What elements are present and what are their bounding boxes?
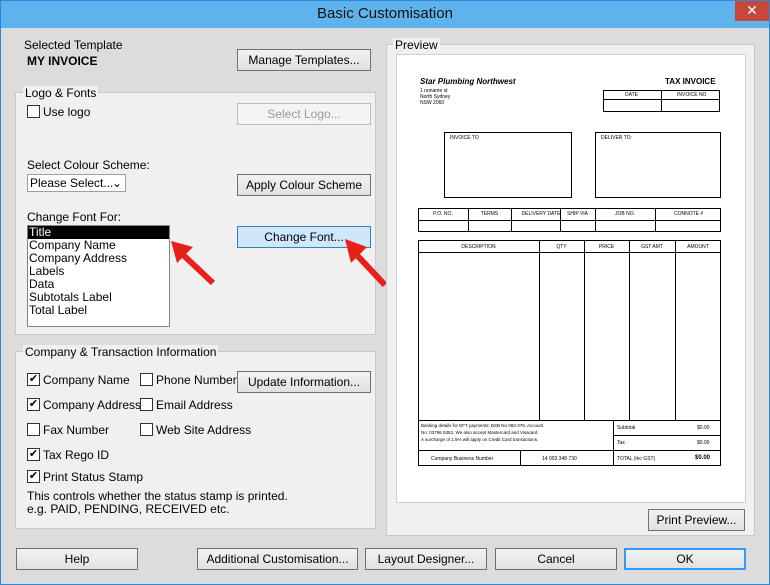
apply-colour-scheme-button[interactable]: Apply Colour Scheme	[237, 174, 371, 196]
inv-col-divider	[511, 208, 512, 232]
inv-info-col-label: JOB NO.	[614, 211, 635, 217]
stamp-note-line1: This controls whether the status stamp i…	[27, 489, 288, 503]
company-info-label: Company & Transaction Information	[23, 345, 219, 359]
inv-col-divider	[675, 240, 676, 420]
company-checkbox[interactable]	[140, 398, 153, 411]
company-checkbox-label: Company Address	[43, 398, 142, 412]
inv-no-label: INVOICE NO	[677, 92, 707, 98]
inv-col-divider	[595, 208, 596, 232]
company-checkbox[interactable]: ✔	[27, 448, 40, 461]
logo-fonts-label: Logo & Fonts	[23, 86, 99, 100]
inv-bank-1: Banking details for EFT payments: BSB No…	[421, 423, 544, 428]
company-checkbox[interactable]: ✔	[27, 398, 40, 411]
select-logo-button[interactable]: Select Logo...	[237, 103, 371, 125]
company-checkbox[interactable]	[27, 423, 40, 436]
inv-to-box	[444, 132, 572, 198]
company-checkbox-label: Company Name	[43, 373, 130, 387]
colour-scheme-value: Please Select...	[30, 176, 114, 190]
inv-col-divider	[655, 208, 656, 232]
font-list-item[interactable]: Total Label	[28, 304, 169, 317]
additional-customisation-button[interactable]: Additional Customisation...	[197, 548, 358, 570]
company-checkbox[interactable]: ✔	[27, 470, 40, 483]
inv-subtotal-label: Subtotal	[617, 425, 636, 431]
inv-total-value: $0.00	[695, 455, 711, 461]
deliver-to-box	[595, 132, 721, 198]
inv-col-divider	[560, 208, 561, 232]
update-information-button[interactable]: Update Information...	[237, 371, 371, 393]
chevron-down-icon: ⌄	[111, 176, 122, 190]
cancel-button[interactable]: Cancel	[495, 548, 617, 570]
inv-line-col-label: GST AMT	[641, 244, 663, 250]
ok-button[interactable]: OK	[624, 548, 746, 570]
inv-addr3: NSW 2060	[420, 100, 445, 106]
layout-designer-button[interactable]: Layout Designer...	[365, 548, 487, 570]
dialog-window: Basic Customisation ✕ Selected Template …	[0, 0, 770, 585]
invoice-preview: Star Plumbing Northwest 1 noname st Nort…	[396, 54, 746, 503]
company-checkbox-label: Web Site Address	[156, 423, 252, 437]
help-button[interactable]: Help	[16, 548, 138, 570]
font-target-list[interactable]: Title Company Name Company Address Labels Da…	[27, 225, 170, 327]
company-checkbox[interactable]	[140, 423, 153, 436]
inv-col-divider	[539, 240, 540, 420]
inv-to-label: INVOICE TO	[450, 135, 479, 141]
template-name: MY INVOICE	[27, 54, 98, 68]
company-checkbox-label: Email Address	[156, 398, 233, 412]
company-checkbox-label: Phone Number	[156, 373, 237, 387]
inv-bizno-label: Company Business Number	[431, 456, 494, 462]
inv-line-col-label: DESCRIPTION	[461, 244, 496, 250]
inv-info-col-label: SHIP VIA	[566, 211, 589, 217]
inv-line-col-label: AMOUNT	[687, 244, 709, 250]
inv-line-col-label: PRICE	[598, 244, 615, 250]
inv-col-divider	[468, 208, 469, 232]
inv-total-label: TOTAL (inc GST)	[617, 456, 656, 462]
preview-label: Preview	[393, 38, 440, 52]
colour-scheme-select[interactable]: Please Select... ⌄	[27, 174, 126, 192]
deliver-to-label: DELIVER TO:	[601, 135, 632, 141]
inv-tax-value: $0.00	[697, 440, 710, 446]
company-checkbox[interactable]: ✔	[27, 373, 40, 386]
inv-info-col-label: CONNOTE #	[674, 211, 704, 217]
selected-template-label: Selected Template	[24, 38, 123, 52]
inv-bank-2: No: 03796 5353. We also accept Mastercar…	[421, 430, 539, 435]
inv-bank-3: A surcharge of 1.5% will apply on Credit…	[421, 437, 539, 442]
company-checkbox-label: Tax Rego ID	[43, 448, 110, 462]
inv-info-col-label: DELIVERY DATE	[521, 211, 561, 217]
inv-info-col-label: TERMS	[480, 211, 499, 217]
company-checkbox[interactable]	[140, 373, 153, 386]
inv-title: TAX INVOICE	[665, 77, 716, 86]
inv-subtotal-value: $0.00	[697, 425, 710, 431]
arrow-annotation-list	[171, 241, 216, 286]
company-checkbox-label: Fax Number	[43, 423, 110, 437]
print-preview-button[interactable]: Print Preview...	[648, 509, 745, 531]
inv-info-col-label: P.O. NO.	[433, 211, 453, 217]
manage-templates-button[interactable]: Manage Templates...	[237, 49, 371, 71]
inv-col-divider	[629, 240, 630, 420]
inv-date-label: DATE	[625, 92, 638, 98]
inv-line-col-label: QTY	[556, 244, 567, 250]
use-logo-checkbox[interactable]	[27, 105, 40, 118]
stamp-note-line2: e.g. PAID, PENDING, RECEIVED etc.	[27, 502, 230, 516]
use-logo-label: Use logo	[43, 105, 91, 119]
change-font-for-label: Change Font For:	[27, 210, 122, 224]
inv-tax-label: Tax	[617, 440, 625, 446]
colour-scheme-label: Select Colour Scheme:	[27, 158, 150, 172]
close-button[interactable]: ✕	[735, 1, 769, 21]
title-bar: Basic Customisation	[1, 1, 769, 28]
company-checkbox-label: Print Status Stamp	[43, 470, 144, 484]
inv-bizno-value: 14 003 348 730	[542, 456, 577, 462]
inv-company: Star Plumbing Northwest	[420, 77, 516, 86]
arrow-annotation-button	[345, 239, 388, 288]
inv-col-divider	[584, 240, 585, 420]
window-title: Basic Customisation	[317, 5, 453, 22]
